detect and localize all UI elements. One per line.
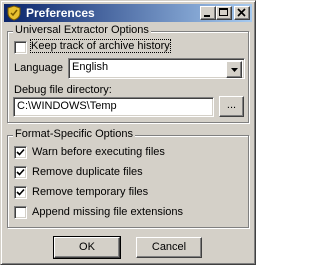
ok-button[interactable]: OK bbox=[53, 236, 121, 259]
cancel-button[interactable]: Cancel bbox=[136, 237, 202, 258]
debug-directory-input[interactable]: C:\WINDOWS\Temp bbox=[13, 97, 214, 117]
debug-directory-value: C:\WINDOWS\Temp bbox=[17, 100, 117, 112]
maximize-icon bbox=[219, 8, 228, 16]
shield-icon bbox=[7, 5, 21, 21]
format-options-legend: Format-Specific Options bbox=[13, 128, 135, 140]
remove-duplicates-label[interactable]: Remove duplicate files bbox=[32, 166, 143, 178]
close-icon bbox=[237, 8, 246, 17]
append-extensions-checkbox[interactable] bbox=[14, 206, 27, 219]
window-title: Preferences bbox=[26, 6, 95, 20]
remove-temporary-label[interactable]: Remove temporary files bbox=[32, 186, 148, 198]
debug-directory-label: Debug file directory: bbox=[14, 84, 112, 96]
language-dropdown-button[interactable] bbox=[226, 61, 242, 78]
remove-temporary-checkbox[interactable] bbox=[14, 186, 27, 199]
language-select[interactable]: English bbox=[68, 58, 245, 79]
checkmark-icon bbox=[16, 168, 25, 176]
browse-button[interactable]: ... bbox=[219, 96, 244, 117]
remove-duplicates-checkbox[interactable] bbox=[14, 166, 27, 179]
minimize-icon bbox=[204, 15, 210, 17]
preferences-dialog: Preferences Universal Extractor Options … bbox=[0, 0, 256, 265]
title-bar[interactable]: Preferences bbox=[4, 4, 252, 22]
maximize-button[interactable] bbox=[216, 6, 232, 20]
history-label[interactable]: Keep track of archive history bbox=[30, 39, 171, 53]
close-button[interactable] bbox=[234, 6, 250, 20]
chevron-down-icon bbox=[231, 68, 238, 72]
checkmark-icon bbox=[16, 148, 25, 156]
warn-executing-checkbox[interactable] bbox=[14, 146, 27, 159]
language-label: Language bbox=[14, 62, 63, 74]
minimize-button[interactable] bbox=[200, 6, 216, 20]
history-checkbox[interactable] bbox=[14, 41, 27, 54]
language-value: English bbox=[72, 61, 109, 73]
universal-options-legend: Universal Extractor Options bbox=[13, 24, 151, 36]
checkmark-icon bbox=[16, 188, 25, 196]
append-extensions-label[interactable]: Append missing file extensions bbox=[32, 206, 183, 218]
warn-executing-label[interactable]: Warn before executing files bbox=[32, 146, 165, 158]
